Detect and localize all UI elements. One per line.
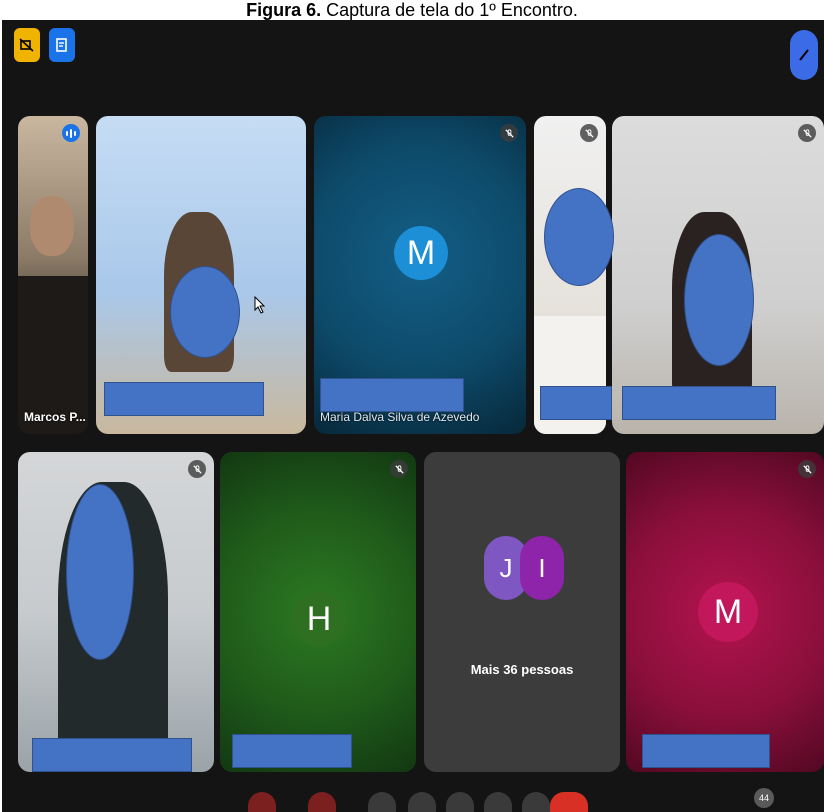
caption-label: Figura 6.: [246, 0, 322, 20]
face-redaction: [170, 266, 240, 358]
name-redaction: [642, 734, 770, 768]
more-options-button[interactable]: [522, 792, 550, 812]
participant-name: Marcos P...: [24, 410, 86, 424]
mic-off-icon: [798, 460, 816, 478]
raise-hand-button[interactable]: [484, 792, 512, 812]
meet-window: Marcos P... M Maria Dalva Silva de Azeve…: [2, 20, 824, 812]
participants-count-badge[interactable]: 44: [754, 788, 774, 808]
camera-off-button[interactable]: [14, 28, 40, 62]
name-redaction: [622, 386, 776, 420]
avatar-initial: M: [406, 233, 436, 272]
name-redaction: [540, 386, 612, 420]
participant-name: Maria Dalva Silva de Azevedo: [320, 410, 480, 424]
edit-document-icon: [56, 38, 67, 52]
mic-off-icon: [188, 460, 206, 478]
face-redaction: [544, 188, 614, 286]
mic-off-icon: [798, 124, 816, 142]
camera-off-icon: [19, 38, 34, 52]
mic-off-icon: [500, 124, 518, 142]
mouse-cursor-icon: [254, 296, 266, 314]
face-redaction: [684, 234, 754, 366]
participant-avatar: M: [394, 226, 448, 280]
end-call-button[interactable]: [550, 792, 588, 812]
effects-button[interactable]: [790, 30, 818, 80]
participant-avatar: M: [698, 582, 758, 642]
others-avatar-i: I: [520, 536, 564, 600]
others-tile[interactable]: J I Mais 36 pessoas: [424, 452, 620, 772]
participant-video: [30, 196, 74, 256]
participant-avatar: H: [292, 592, 346, 646]
participant-tile-1[interactable]: Marcos P...: [18, 116, 88, 434]
avatar-initial: H: [306, 599, 332, 638]
participant-tile-7[interactable]: H: [220, 452, 416, 772]
avatar-initial: J: [499, 552, 513, 583]
figure-caption: Figura 6. Captura de tela do 1º Encontro…: [0, 0, 824, 22]
mic-control-button[interactable]: [248, 792, 276, 812]
mic-off-icon: [390, 460, 408, 478]
notes-button[interactable]: [49, 28, 75, 62]
speaking-indicator-icon: [62, 124, 80, 142]
emoji-button[interactable]: [408, 792, 436, 812]
name-redaction: [320, 378, 464, 412]
present-button[interactable]: [446, 792, 474, 812]
others-count-label: Mais 36 pessoas: [470, 662, 574, 677]
camera-control-button[interactable]: [308, 792, 336, 812]
face-redaction: [66, 484, 134, 660]
mic-off-icon: [580, 124, 598, 142]
name-redaction: [232, 734, 352, 768]
name-redaction: [104, 382, 264, 416]
avatar-initial: M: [713, 592, 743, 631]
control-bar: 44: [2, 788, 824, 812]
magic-pen-icon: [799, 49, 809, 61]
captions-button[interactable]: [368, 792, 396, 812]
participant-tile-9[interactable]: M: [626, 452, 824, 772]
avatar-initial: I: [538, 552, 546, 583]
caption-text: Captura de tela do 1º Encontro.: [321, 0, 578, 20]
name-redaction: [32, 738, 192, 772]
